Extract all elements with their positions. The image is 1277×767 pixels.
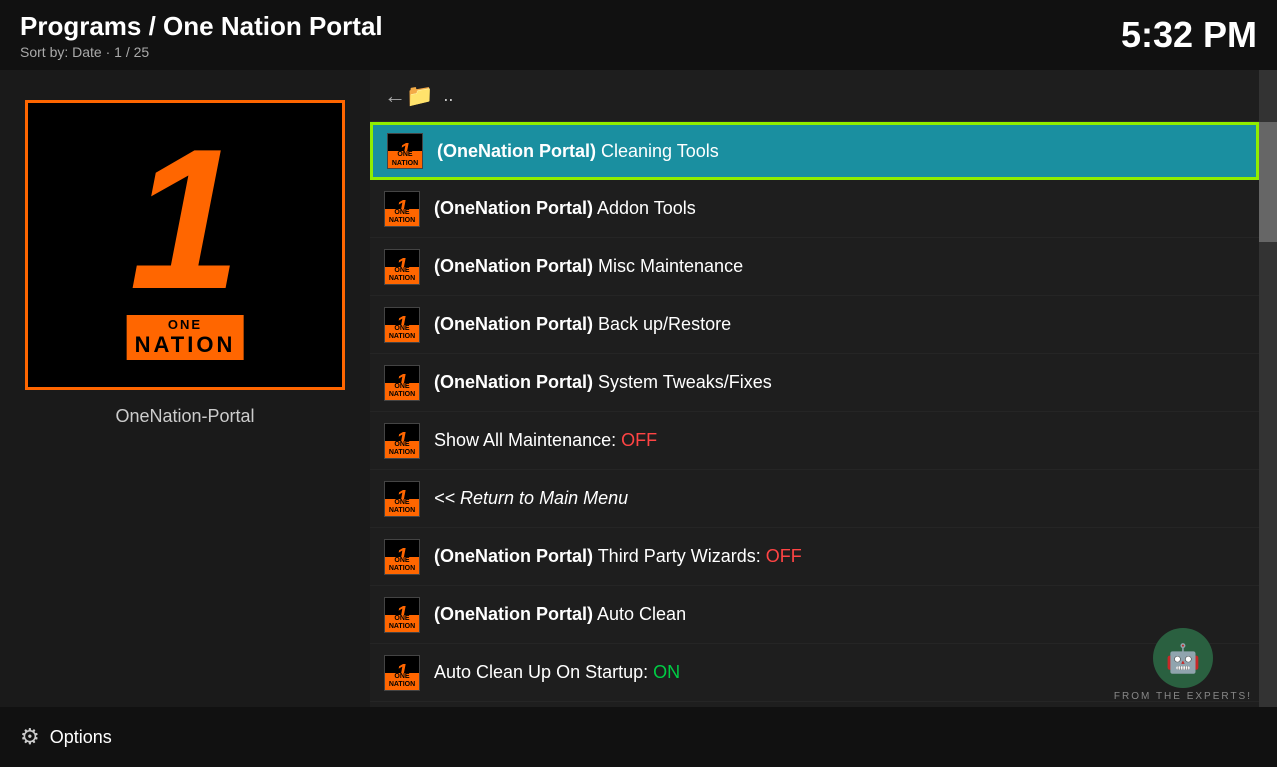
list-item[interactable]: 1ONENATION << Return to Main Menu <box>370 470 1259 528</box>
header-left: Programs / One Nation Portal Sort by: Da… <box>20 11 383 60</box>
sort-info: Sort by: Date · 1 / 25 <box>20 44 383 60</box>
options-icon: ⚙ <box>20 724 40 750</box>
back-item[interactable]: ←📁 .. <box>370 70 1259 122</box>
options-button[interactable]: Options <box>50 727 112 748</box>
list-item[interactable]: 1ONENATION (OneNation Portal) System Twea… <box>370 354 1259 412</box>
item-label: << Return to Main Menu <box>434 488 1245 509</box>
scrollbar[interactable] <box>1259 70 1277 707</box>
list-container: 1ONENATION (OneNation Portal) Cleaning To… <box>370 122 1259 707</box>
watermark: 🤖 FROM THE EXPERTS! <box>1114 628 1252 702</box>
left-panel: 1 ONE NATION OneNation-Portal <box>0 70 370 707</box>
item-icon: 1ONENATION <box>384 655 420 691</box>
bottom-bar: ⚙ Options <box>0 707 1277 767</box>
logo-text-block: ONE NATION <box>127 315 244 360</box>
logo-one-text: ONE <box>168 317 202 332</box>
item-icon: 1ONENATION <box>387 133 423 169</box>
watermark-text: FROM THE EXPERTS! <box>1114 691 1252 702</box>
scrollbar-thumb[interactable] <box>1259 122 1277 242</box>
item-icon: 1ONENATION <box>384 597 420 633</box>
list-item[interactable]: 1ONENATION (OneNation Portal) Misc Mainte… <box>370 238 1259 296</box>
item-label: Show All Maintenance: OFF <box>434 430 1245 451</box>
back-icon: ←📁 <box>384 83 433 109</box>
list-item[interactable]: 1ONENATION (OneNation Portal) Third Party… <box>370 528 1259 586</box>
logo-label: OneNation-Portal <box>115 406 254 427</box>
list-item[interactable]: 1ONENATION (OneNation Portal) Back up/Res… <box>370 296 1259 354</box>
watermark-icon: 🤖 <box>1153 628 1213 688</box>
item-icon: 1ONENATION <box>384 539 420 575</box>
item-icon: 1ONENATION <box>384 423 420 459</box>
item-icon: 1ONENATION <box>384 365 420 401</box>
item-label: (OneNation Portal) Misc Maintenance <box>434 256 1245 277</box>
item-icon: 1ONENATION <box>384 481 420 517</box>
item-icon: 1ONENATION <box>384 191 420 227</box>
content-list: ←📁 .. 1ONENATION (OneNation Portal) Clean… <box>370 70 1259 707</box>
list-item[interactable]: 1ONENATION (OneNation Portal) Cleaning To… <box>370 122 1259 180</box>
logo-nation-text: NATION <box>135 332 236 358</box>
item-label: (OneNation Portal) Back up/Restore <box>434 314 1245 335</box>
logo: 1 ONE NATION <box>85 120 285 370</box>
page-title: Programs / One Nation Portal <box>20 11 383 42</box>
item-label: (OneNation Portal) Cleaning Tools <box>437 141 1242 162</box>
item-label: (OneNation Portal) Third Party Wizards: … <box>434 546 1245 567</box>
item-label: (OneNation Portal) Addon Tools <box>434 198 1245 219</box>
list-item[interactable]: 1ONENATION Show All Maintenance: OFF <box>370 412 1259 470</box>
list-item[interactable]: 1ONENATION (OneNation Portal) Addon Tools <box>370 180 1259 238</box>
clock: 5:32 PM <box>1121 14 1257 56</box>
item-icon: 1ONENATION <box>384 249 420 285</box>
logo-number: 1 <box>129 120 240 320</box>
item-label: (OneNation Portal) Auto Clean <box>434 604 1245 625</box>
logo-container: 1 ONE NATION <box>25 100 345 390</box>
item-icon: 1ONENATION <box>384 307 420 343</box>
header: Programs / One Nation Portal Sort by: Da… <box>0 0 1277 70</box>
back-label: .. <box>443 85 453 106</box>
item-label: (OneNation Portal) System Tweaks/Fixes <box>434 372 1245 393</box>
